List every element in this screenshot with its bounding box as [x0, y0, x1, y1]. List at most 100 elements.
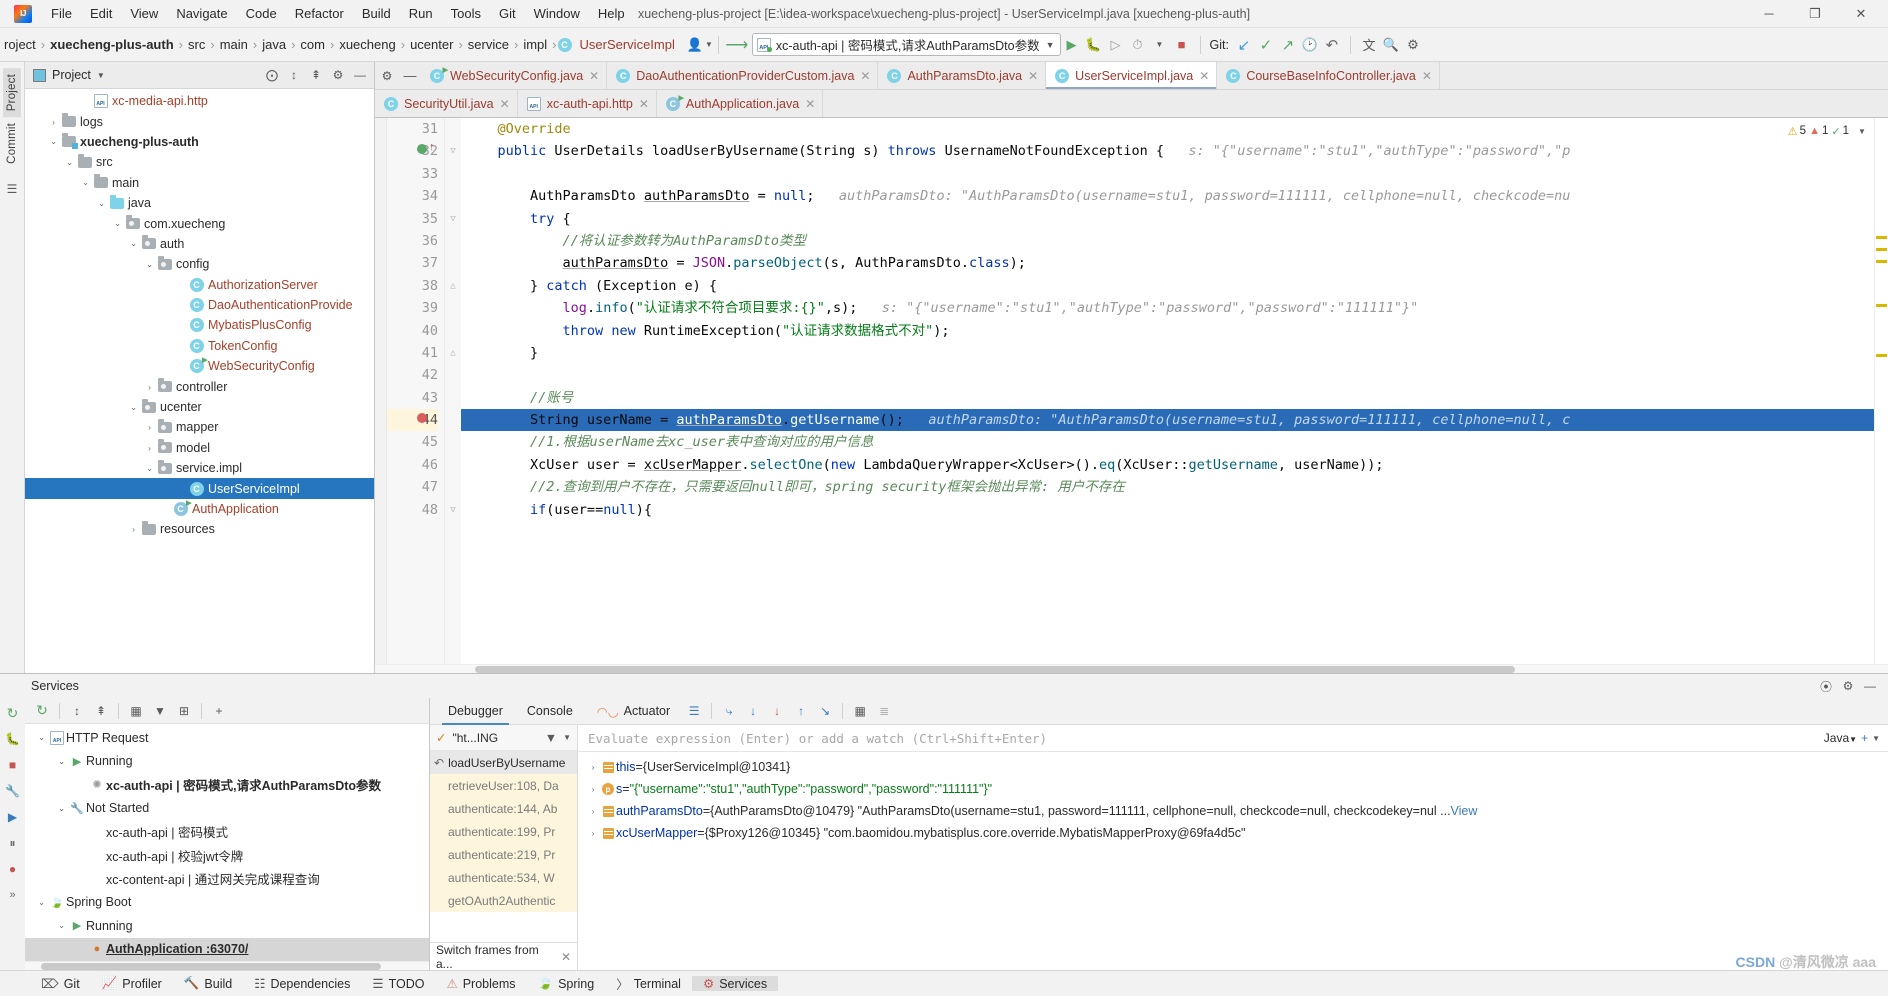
project-tree-item[interactable]: ⌄ auth — [25, 234, 374, 254]
search-everywhere-icon[interactable]: 🔍 — [1380, 34, 1402, 56]
hide-icon[interactable]: — — [1860, 676, 1880, 696]
tree-twisty[interactable]: ⌄ — [127, 402, 140, 413]
settings-icon[interactable]: ⚙ — [328, 65, 348, 85]
chevron-down-icon[interactable]: ▼ — [97, 71, 105, 80]
tree-twisty[interactable]: ⌄ — [47, 136, 60, 147]
tree-twisty[interactable]: ⌄ — [143, 259, 156, 270]
menu-refactor[interactable]: Refactor — [286, 3, 353, 24]
code-line[interactable]: //2.查询到用户不存在，只需要返回null即可，spring security… — [461, 476, 1888, 498]
add-tab-icon[interactable]: ⊞ — [173, 701, 195, 721]
project-tree-item[interactable]: C MybatisPlusConfig — [25, 315, 374, 335]
rollback-icon[interactable]: ↶ — [1321, 34, 1343, 56]
close-icon[interactable]: ✕ — [500, 97, 510, 111]
gear-icon[interactable]: ⚙ — [375, 62, 399, 89]
code-line[interactable]: //账号 — [461, 387, 1888, 409]
stripe-mark-warning[interactable] — [1876, 248, 1887, 251]
editor-horizontal-scrollbar[interactable] — [375, 664, 1888, 673]
collapse-all-icon[interactable]: ⇞ — [90, 701, 112, 721]
status-problems[interactable]: ⚠ Problems — [435, 976, 526, 992]
fold-marker[interactable] — [445, 163, 461, 185]
stripe-mark-warning[interactable] — [1876, 260, 1887, 263]
close-icon[interactable]: ✕ — [589, 69, 599, 83]
project-file-tree[interactable]: API xc-media-api.http › logs ⌄ xuecheng-plus-… — [25, 89, 374, 673]
menu-build[interactable]: Build — [353, 3, 400, 24]
breadcrumb-item-class[interactable]: UserServiceImpl — [576, 35, 679, 54]
chevron-down-icon[interactable]: ▼ — [563, 733, 571, 742]
breadcrumb-item-ucenter[interactable]: ucenter — [406, 35, 457, 54]
editor-tab[interactable]: C UserServiceImpl.java ✕ — [1046, 62, 1218, 89]
code-line[interactable]: throw new RuntimeException("认证请求数据格式不对")… — [461, 320, 1888, 342]
scrollbar-thumb[interactable] — [475, 666, 1515, 673]
fold-marker[interactable] — [445, 431, 461, 453]
close-icon[interactable]: ✕ — [805, 97, 815, 111]
step-into-icon[interactable]: ↓ — [741, 700, 765, 722]
stack-frame-item[interactable]: authenticate:219, Pr — [430, 843, 577, 866]
warning-count[interactable]: ⚠ 5 — [1788, 125, 1806, 138]
services-horizontal-scrollbar[interactable] — [25, 961, 429, 970]
code-text-area[interactable]: ⚠ 5 ▲ 1 ✓ 1 ▼ @Override public UserDetails … — [461, 118, 1888, 664]
tree-twisty[interactable]: ⌄ — [111, 218, 124, 229]
breakpoint-icon[interactable] — [417, 413, 427, 423]
breadcrumb-item-src[interactable]: src — [184, 35, 209, 54]
project-tree-item[interactable]: › controller — [25, 376, 374, 396]
settings-wrench-icon[interactable]: 🔧 — [3, 780, 23, 802]
menu-run[interactable]: Run — [400, 3, 442, 24]
variable-row[interactable]: › this = {UserServiceImpl@10341} — [578, 756, 1888, 778]
add-watch-icon[interactable]: + — [1861, 731, 1868, 745]
editor-tab[interactable]: C AuthParamsDto.java ✕ — [878, 62, 1047, 89]
tree-twisty[interactable]: › — [143, 382, 156, 392]
tab-debugger[interactable]: Debugger — [436, 698, 515, 725]
project-tree-item[interactable]: ⌄ com.xuecheng — [25, 213, 374, 233]
code-line[interactable]: } — [461, 342, 1888, 364]
menu-view[interactable]: View — [121, 3, 167, 24]
minimize-icon[interactable]: — — [399, 62, 421, 89]
run-to-cursor-icon[interactable]: ↘ — [813, 700, 837, 722]
filter-icon[interactable]: ▼ — [545, 731, 557, 745]
menu-git[interactable]: Git — [490, 3, 525, 24]
project-tree-item[interactable]: CWebSecurityConfig — [25, 356, 374, 376]
inspection-widget[interactable]: ⚠ 5 ▲ 1 ✓ 1 ▼ — [1788, 121, 1872, 141]
breadcrumb-item-service[interactable]: service — [464, 35, 513, 54]
status-spring[interactable]: 🍃 Spring — [526, 976, 605, 991]
services-tree-item[interactable]: ✺ xc-auth-api | 密码模式,请求AuthParamsDto参数 — [25, 773, 429, 797]
code-line[interactable]: @Override — [461, 118, 1888, 140]
breadcrumb-item-project[interactable]: roject — [0, 35, 40, 54]
chevron-down-icon[interactable]: ▼ — [1046, 40, 1055, 50]
code-line[interactable]: String userName = authParamsDto.getUsern… — [461, 409, 1888, 432]
mute-icon[interactable]: ● — [3, 858, 23, 880]
thread-selector[interactable]: "ht...ING — [452, 731, 498, 745]
project-tree-item[interactable]: C TokenConfig — [25, 336, 374, 356]
debug-icon[interactable]: 🐛 — [3, 728, 23, 750]
close-icon[interactable]: ✕ — [1028, 69, 1038, 83]
breadcrumb-item-module[interactable]: xuecheng-plus-auth — [46, 35, 178, 54]
stop-icon[interactable]: ■ — [3, 754, 23, 776]
debug-icon[interactable]: 🐛 — [1083, 34, 1105, 56]
tree-twisty[interactable]: › — [143, 422, 156, 432]
expand-all-icon[interactable]: ↕ — [284, 65, 304, 85]
fold-marker[interactable] — [445, 118, 461, 140]
services-tree[interactable]: ⌄ API HTTP Request ⌄ ▶ Running ✺ xc-auth-api | … — [25, 724, 429, 961]
commit-icon[interactable]: ✓ — [1255, 34, 1277, 56]
code-line[interactable]: //1.根据userName去xc_user表中查询对应的用户信息 — [461, 431, 1888, 453]
tree-twisty[interactable]: ⌄ — [55, 756, 68, 767]
tree-twisty[interactable]: ⌄ — [55, 920, 68, 931]
translate-icon[interactable]: 文 — [1358, 34, 1380, 56]
tree-twisty[interactable]: ⌄ — [55, 803, 68, 814]
editor-tab[interactable]: C SecurityUtil.java ✕ — [375, 90, 518, 117]
tree-twisty[interactable]: › — [143, 443, 156, 453]
services-tree-item[interactable]: ⌄ 🍃 Spring Boot — [25, 891, 429, 915]
code-line[interactable]: public UserDetails loadUserByUsername(St… — [461, 140, 1888, 162]
tree-twisty[interactable]: › — [586, 806, 600, 816]
rerun-icon[interactable]: ↻ — [3, 702, 23, 724]
project-tree-item[interactable]: ⌄ ucenter — [25, 397, 374, 417]
tool-window-project[interactable]: Project — [3, 68, 21, 118]
fold-marker[interactable]: ▽ — [445, 208, 461, 230]
fold-marker[interactable] — [445, 364, 461, 386]
close-button[interactable]: ✕ — [1838, 0, 1884, 28]
code-line[interactable] — [461, 364, 1888, 386]
project-tree-item[interactable]: API xc-media-api.http — [25, 91, 374, 111]
view-link[interactable]: View — [1451, 804, 1478, 818]
breadcrumb-item-com[interactable]: com — [296, 35, 329, 54]
minimize-button[interactable]: ─ — [1746, 0, 1792, 28]
tree-twisty[interactable]: ⌄ — [63, 157, 76, 168]
